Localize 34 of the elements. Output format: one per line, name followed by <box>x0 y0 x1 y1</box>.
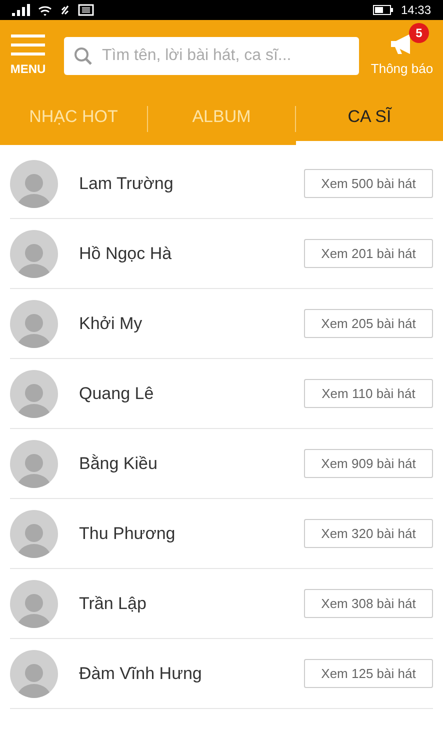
view-songs-button[interactable]: Xem 320 bài hát <box>304 519 433 548</box>
tab[interactable]: CA SĨ <box>296 92 443 145</box>
signal-icon <box>12 4 30 16</box>
message-icon <box>78 4 94 16</box>
notification-count: 5 <box>409 23 429 44</box>
singer-name: Bằng Kiều <box>79 452 158 475</box>
singer-name: Quang Lê <box>79 382 155 405</box>
view-songs-button[interactable]: Xem 110 bài hát <box>304 379 433 408</box>
avatar-placeholder <box>10 370 58 418</box>
battery-icon <box>372 5 393 15</box>
view-songs-button[interactable]: Xem 500 bài hát <box>304 169 433 198</box>
avatar-placeholder <box>10 160 58 208</box>
avatar-placeholder <box>10 230 58 278</box>
view-songs-button[interactable]: Xem 201 bài hát <box>304 239 433 268</box>
wifi-icon <box>38 4 52 16</box>
search-icon <box>74 47 92 65</box>
avatar-placeholder <box>10 650 58 698</box>
singer-name: Khởi My <box>79 312 144 335</box>
avatar-placeholder <box>10 510 58 558</box>
avatar-placeholder <box>10 440 58 488</box>
avatar-placeholder <box>10 300 58 348</box>
singer-name: Đàm Vĩnh Hưng <box>79 662 203 685</box>
view-songs-button[interactable]: Xem 909 bài hát <box>304 449 433 478</box>
singer-name: Thu Phương <box>79 522 176 545</box>
view-songs-button[interactable]: Xem 205 bài hát <box>304 309 433 338</box>
menu-icon <box>11 34 45 56</box>
singer-name: Hồ Ngọc Hà <box>79 242 173 265</box>
search-field[interactable]: Tìm tên, lời bài hát, ca sĩ... <box>64 37 359 75</box>
singer-name: Lam Trường <box>79 172 174 195</box>
avatar-placeholder <box>10 580 58 628</box>
singer-name: Trần Lập <box>79 592 148 615</box>
clock-time: 14:33 <box>400 2 431 19</box>
view-songs-button[interactable]: Xem 308 bài hát <box>304 589 433 618</box>
view-songs-button[interactable]: Xem 125 bài hát <box>304 659 433 688</box>
